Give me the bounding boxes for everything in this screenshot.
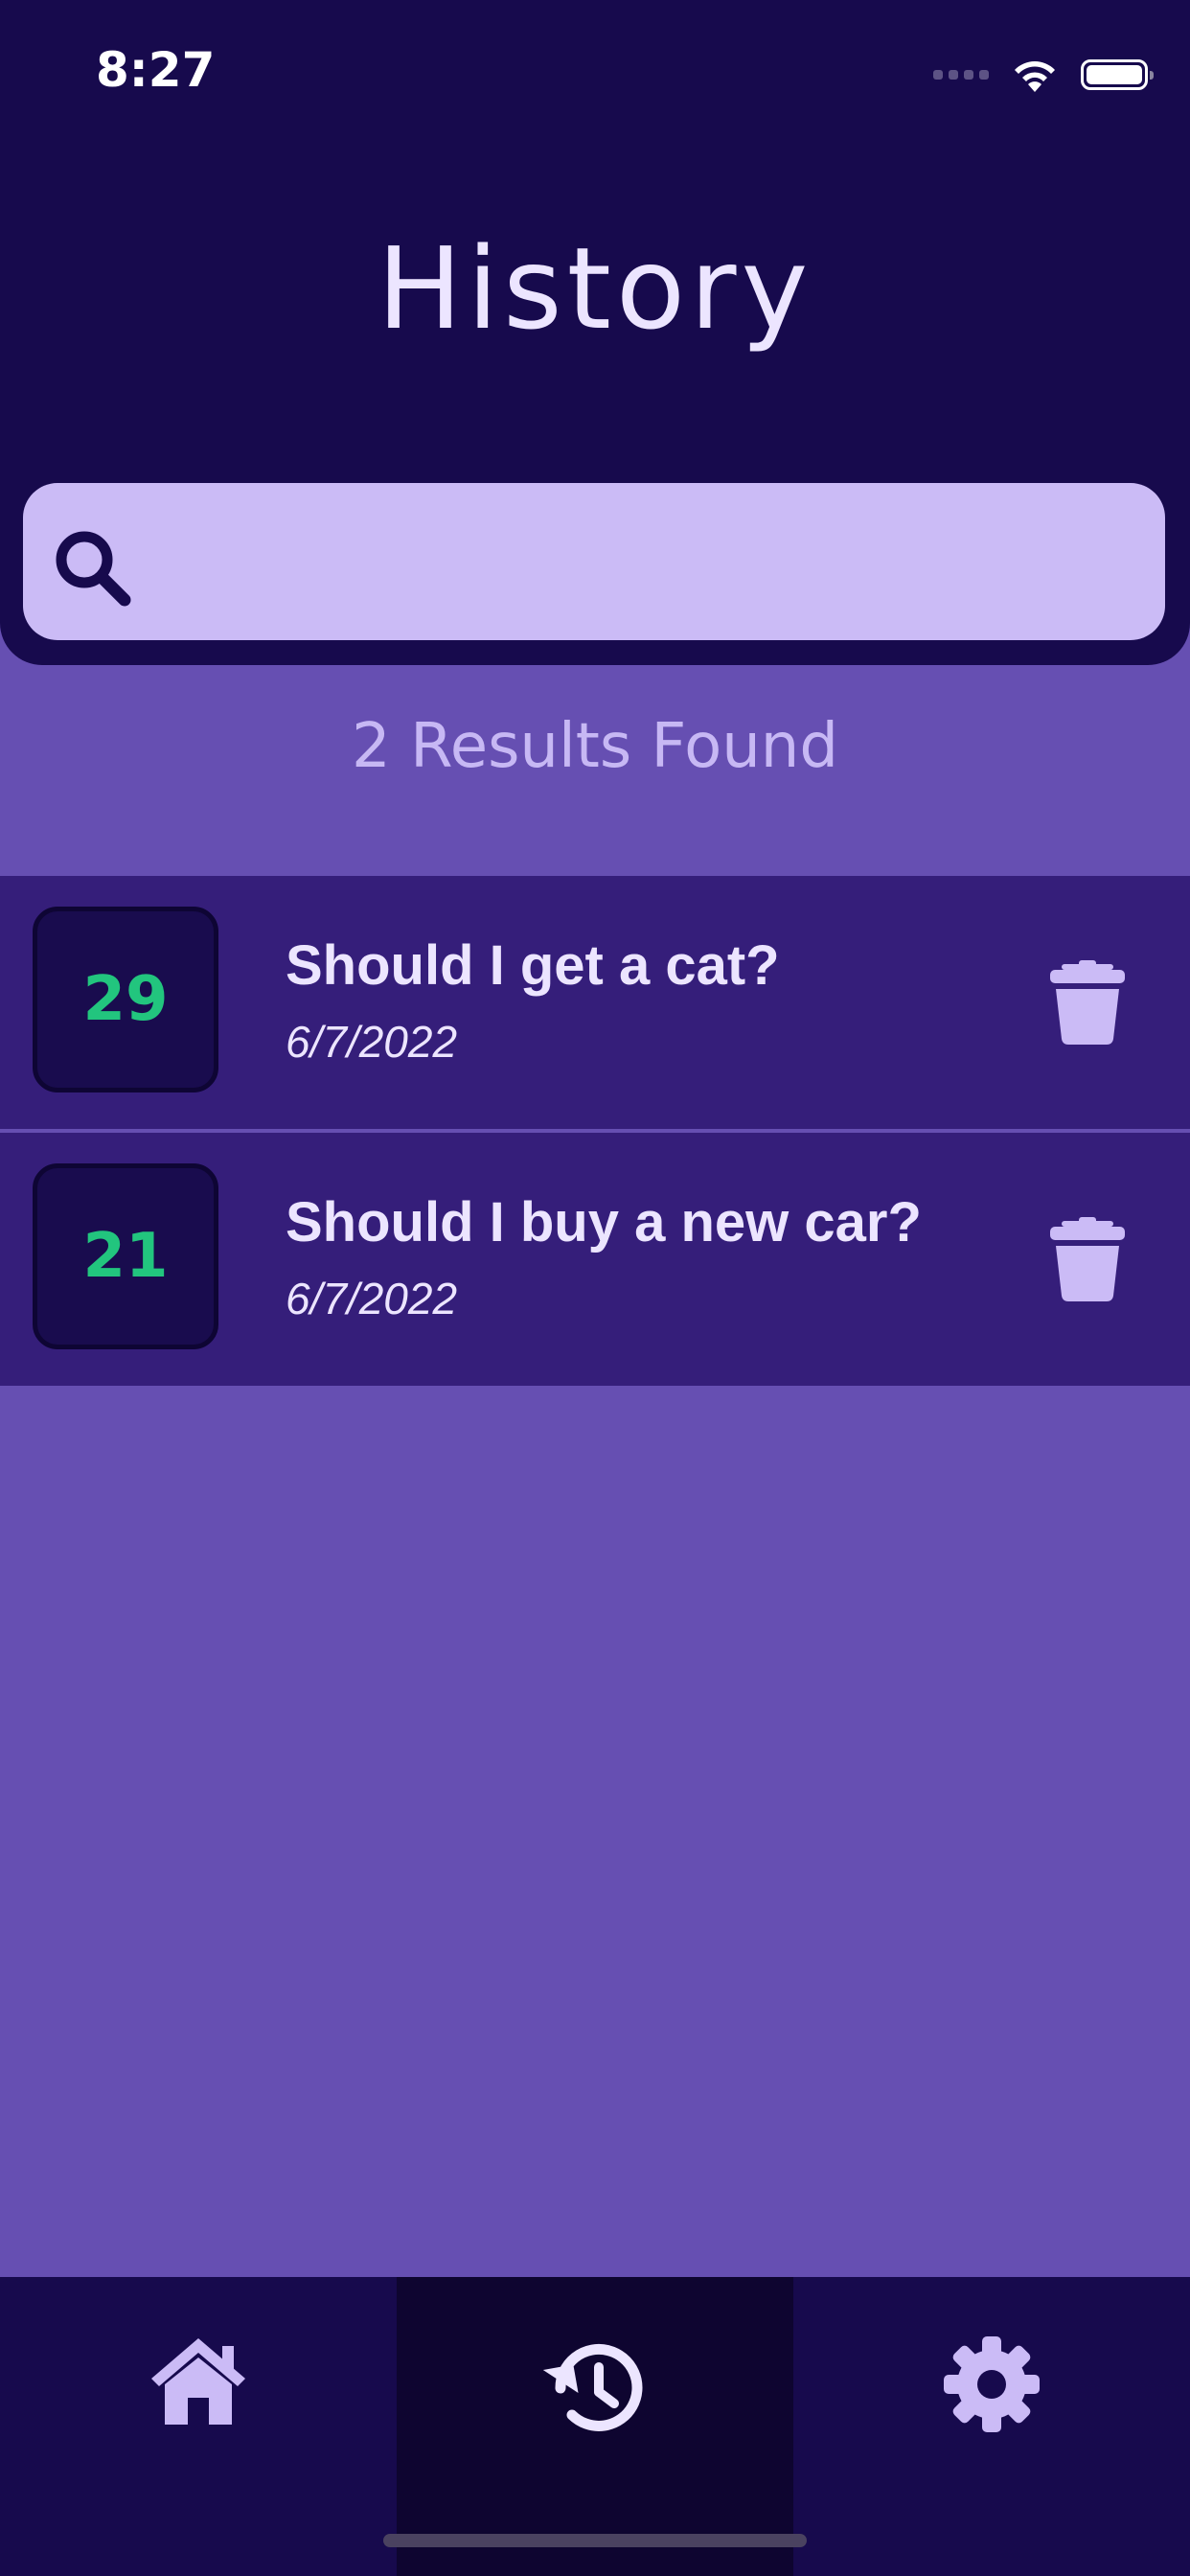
search-icon bbox=[56, 531, 131, 607]
search-bar[interactable] bbox=[23, 483, 1165, 640]
home-icon bbox=[151, 2338, 245, 2425]
search-input[interactable] bbox=[167, 512, 1127, 613]
history-date: 6/7/2022 bbox=[286, 1274, 458, 1323]
home-indicator bbox=[383, 2534, 807, 2547]
history-date: 6/7/2022 bbox=[286, 1017, 458, 1067]
history-list: 29 Should I get a cat? 6/7/2022 21 Shoul… bbox=[0, 876, 1190, 1386]
score-badge: 21 bbox=[33, 1163, 218, 1349]
header: 8:27 History bbox=[0, 0, 1190, 665]
score-badge: 29 bbox=[33, 907, 218, 1092]
gear-icon bbox=[944, 2336, 1040, 2432]
trash-icon[interactable] bbox=[1044, 1217, 1131, 1303]
status-time: 8:27 bbox=[96, 42, 216, 98]
history-title: Should I get a cat? bbox=[286, 934, 780, 997]
status-icons bbox=[933, 54, 1154, 96]
tab-bar bbox=[0, 2277, 1190, 2576]
history-icon bbox=[542, 2343, 643, 2431]
history-row[interactable]: 21 Should I buy a new car? 6/7/2022 bbox=[0, 1133, 1190, 1386]
history-title: Should I buy a new car? bbox=[286, 1191, 922, 1254]
page-title: History bbox=[377, 222, 813, 355]
battery-icon bbox=[1081, 59, 1154, 90]
history-row[interactable]: 29 Should I get a cat? 6/7/2022 bbox=[0, 876, 1190, 1129]
tab-home[interactable] bbox=[0, 2277, 397, 2576]
cellular-signal-icon bbox=[933, 70, 989, 80]
tab-settings[interactable] bbox=[793, 2277, 1190, 2576]
wifi-icon bbox=[1015, 61, 1055, 92]
tab-history[interactable] bbox=[397, 2277, 793, 2576]
trash-icon[interactable] bbox=[1044, 960, 1131, 1046]
results-count: 2 Results Found bbox=[352, 711, 838, 782]
